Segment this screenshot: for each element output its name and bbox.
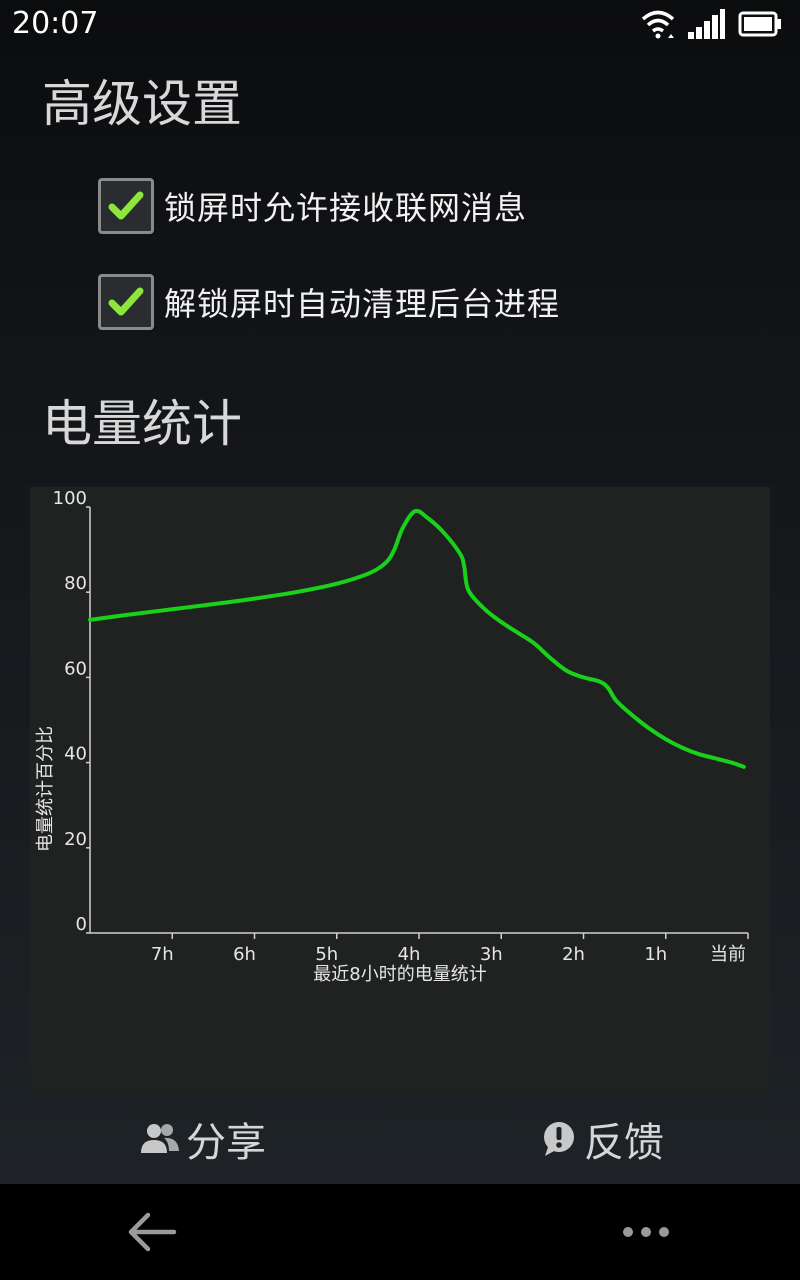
- bottom-action-bar: 分享 反馈: [0, 1093, 800, 1184]
- advanced-settings-title: 高级设置: [42, 75, 242, 133]
- y-tick-label: 20: [64, 829, 87, 850]
- option-allow-network-messages[interactable]: 锁屏时允许接收联网消息: [98, 175, 698, 237]
- back-arrow-icon: [128, 1212, 177, 1252]
- x-tick-label: 6h: [233, 944, 256, 965]
- x-tick-label: 5h: [315, 944, 338, 965]
- checkbox[interactable]: [98, 274, 154, 330]
- navigation-bar: [0, 1184, 800, 1280]
- x-tick-label: 7h: [151, 944, 174, 965]
- back-button[interactable]: [126, 1210, 178, 1258]
- battery-stats-title: 电量统计: [42, 395, 242, 453]
- x-axis-label: 最近8小时的电量统计: [313, 964, 486, 985]
- x-tick-label: 2h: [562, 944, 585, 965]
- status-time: 20:07: [12, 6, 99, 41]
- option-auto-clean-background[interactable]: 解锁屏时自动清理后台进程: [98, 271, 698, 333]
- people-icon: [141, 1123, 179, 1153]
- menu-button[interactable]: [618, 1220, 674, 1248]
- x-tick-label: 4h: [398, 944, 421, 965]
- x-tick-label: 当前: [710, 944, 746, 965]
- y-tick-label: 80: [64, 573, 87, 594]
- checkbox[interactable]: [98, 178, 154, 234]
- check-icon: [108, 191, 144, 220]
- battery-chart-svg: 100 80 60 40 20 0 7h 6h 5h 4h 3h 2h 1h 当前 最近8小时的电量统计…: [35, 488, 749, 985]
- option-label: 锁屏时允许接收联网消息: [164, 189, 528, 227]
- feedback-button[interactable]: 反馈: [540, 1093, 664, 1184]
- option-label: 解锁屏时自动清理后台进程: [164, 285, 561, 323]
- y-tick-label: 0: [76, 914, 87, 935]
- y-axis-label: 电量统计百分比: [35, 726, 56, 852]
- x-tick-label: 3h: [480, 944, 503, 965]
- y-tick-label: 100: [53, 488, 87, 509]
- battery-chart: 100 80 60 40 20 0 7h 6h 5h 4h 3h 2h 1h 当前 最近8小时的电量统计…: [30, 487, 770, 1093]
- check-icon: [108, 287, 144, 316]
- status-bar: 20:07: [0, 0, 800, 48]
- share-label: 分享: [186, 1119, 266, 1166]
- y-tick-label: 60: [64, 658, 87, 679]
- battery-icon: [738, 11, 781, 37]
- battery-level-line: [88, 508, 746, 769]
- feedback-label: 反馈: [584, 1119, 664, 1166]
- y-tick-label: 40: [64, 744, 87, 765]
- x-tick-label: 1h: [644, 944, 667, 965]
- wifi-icon: [641, 10, 675, 39]
- exclamation-bubble-icon: [544, 1121, 574, 1156]
- signal-icon: [688, 9, 725, 39]
- share-button[interactable]: 分享: [140, 1093, 266, 1184]
- more-dots-icon: [623, 1227, 669, 1237]
